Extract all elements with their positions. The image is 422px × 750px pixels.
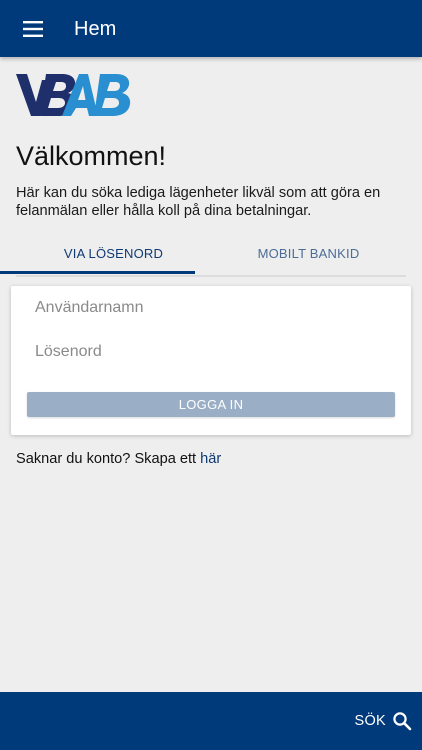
vbab-logo — [16, 72, 136, 118]
login-button[interactable]: LOGGA IN — [27, 392, 395, 417]
intro-text: Här kan du söka lediga lägenheter likväl… — [16, 185, 381, 219]
menu-button[interactable] — [16, 15, 50, 43]
username-input[interactable] — [35, 293, 391, 323]
app-bar: Hem — [0, 0, 422, 57]
signup-link[interactable]: här — [200, 451, 221, 467]
tab-via-losenord[interactable]: VIA LÖSENORD — [16, 234, 211, 273]
page-title: Hem — [74, 18, 117, 40]
tab-mobilt-bankid[interactable]: MOBILT BANKID — [211, 234, 406, 273]
signup-text: Saknar du konto? Skapa ett — [16, 451, 201, 467]
search-label: SÖK — [354, 713, 386, 729]
login-card: LOGGA IN — [11, 286, 411, 435]
password-input[interactable] — [35, 337, 391, 367]
magnifier-icon — [392, 711, 412, 731]
hamburger-menu-icon — [23, 21, 43, 37]
welcome-heading: Välkommen! — [16, 141, 167, 171]
bottom-bar: SÖK — [0, 692, 422, 750]
active-tab-indicator — [0, 271, 195, 274]
signup-prompt: Saknar du konto? Skapa ett här — [16, 450, 221, 468]
search-button[interactable]: SÖK — [354, 709, 412, 733]
